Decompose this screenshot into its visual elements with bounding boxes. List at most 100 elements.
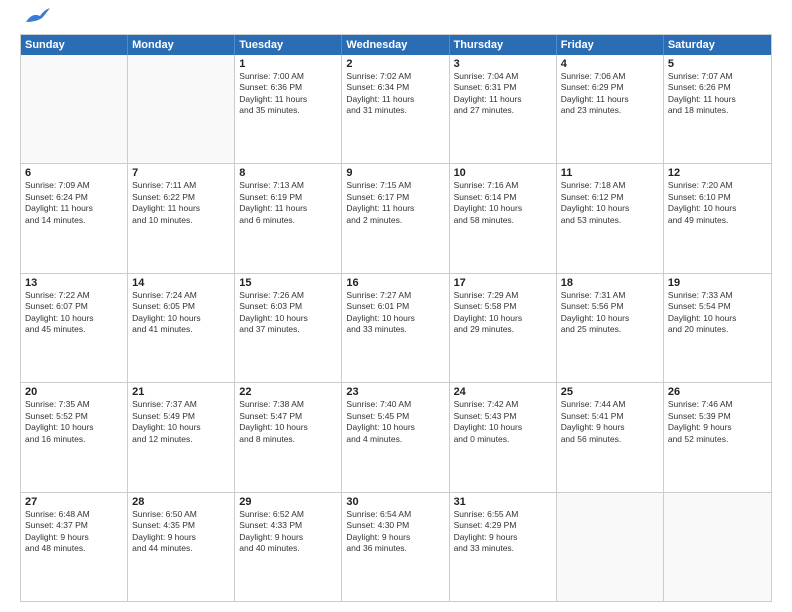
day-number: 30 (346, 496, 444, 508)
day-number: 4 (561, 58, 659, 70)
calendar-cell: 10Sunrise: 7:16 AM Sunset: 6:14 PM Dayli… (450, 164, 557, 272)
calendar-cell: 23Sunrise: 7:40 AM Sunset: 5:45 PM Dayli… (342, 383, 449, 491)
calendar-cell: 24Sunrise: 7:42 AM Sunset: 5:43 PM Dayli… (450, 383, 557, 491)
day-number: 25 (561, 386, 659, 398)
day-number: 22 (239, 386, 337, 398)
day-info: Sunrise: 7:44 AM Sunset: 5:41 PM Dayligh… (561, 399, 659, 445)
day-number: 2 (346, 58, 444, 70)
calendar-cell: 7Sunrise: 7:11 AM Sunset: 6:22 PM Daylig… (128, 164, 235, 272)
calendar-cell: 6Sunrise: 7:09 AM Sunset: 6:24 PM Daylig… (21, 164, 128, 272)
day-info: Sunrise: 7:35 AM Sunset: 5:52 PM Dayligh… (25, 399, 123, 445)
calendar-cell: 12Sunrise: 7:20 AM Sunset: 6:10 PM Dayli… (664, 164, 771, 272)
calendar-cell: 28Sunrise: 6:50 AM Sunset: 4:35 PM Dayli… (128, 493, 235, 601)
calendar-header: SundayMondayTuesdayWednesdayThursdayFrid… (21, 35, 771, 55)
day-number: 17 (454, 277, 552, 289)
header-day-thursday: Thursday (450, 35, 557, 55)
day-number: 20 (25, 386, 123, 398)
calendar-cell (128, 55, 235, 163)
day-info: Sunrise: 7:38 AM Sunset: 5:47 PM Dayligh… (239, 399, 337, 445)
day-info: Sunrise: 7:06 AM Sunset: 6:29 PM Dayligh… (561, 71, 659, 117)
day-number: 3 (454, 58, 552, 70)
logo-bird-icon (22, 8, 50, 28)
day-number: 15 (239, 277, 337, 289)
calendar-cell: 1Sunrise: 7:00 AM Sunset: 6:36 PM Daylig… (235, 55, 342, 163)
day-number: 26 (668, 386, 767, 398)
day-info: Sunrise: 7:27 AM Sunset: 6:01 PM Dayligh… (346, 290, 444, 336)
day-info: Sunrise: 7:15 AM Sunset: 6:17 PM Dayligh… (346, 180, 444, 226)
day-info: Sunrise: 7:22 AM Sunset: 6:07 PM Dayligh… (25, 290, 123, 336)
calendar-cell: 15Sunrise: 7:26 AM Sunset: 6:03 PM Dayli… (235, 274, 342, 382)
day-info: Sunrise: 7:46 AM Sunset: 5:39 PM Dayligh… (668, 399, 767, 445)
day-info: Sunrise: 7:00 AM Sunset: 6:36 PM Dayligh… (239, 71, 337, 117)
calendar-cell: 20Sunrise: 7:35 AM Sunset: 5:52 PM Dayli… (21, 383, 128, 491)
calendar-cell (557, 493, 664, 601)
day-number: 31 (454, 496, 552, 508)
day-number: 18 (561, 277, 659, 289)
calendar-cell (664, 493, 771, 601)
calendar-cell: 21Sunrise: 7:37 AM Sunset: 5:49 PM Dayli… (128, 383, 235, 491)
day-info: Sunrise: 7:29 AM Sunset: 5:58 PM Dayligh… (454, 290, 552, 336)
calendar-cell: 16Sunrise: 7:27 AM Sunset: 6:01 PM Dayli… (342, 274, 449, 382)
header-day-wednesday: Wednesday (342, 35, 449, 55)
day-number: 23 (346, 386, 444, 398)
day-info: Sunrise: 7:09 AM Sunset: 6:24 PM Dayligh… (25, 180, 123, 226)
calendar-row-0: 1Sunrise: 7:00 AM Sunset: 6:36 PM Daylig… (21, 55, 771, 163)
day-info: Sunrise: 7:24 AM Sunset: 6:05 PM Dayligh… (132, 290, 230, 336)
day-number: 29 (239, 496, 337, 508)
day-info: Sunrise: 7:13 AM Sunset: 6:19 PM Dayligh… (239, 180, 337, 226)
page: SundayMondayTuesdayWednesdayThursdayFrid… (0, 0, 792, 612)
day-number: 11 (561, 167, 659, 179)
calendar-cell: 17Sunrise: 7:29 AM Sunset: 5:58 PM Dayli… (450, 274, 557, 382)
logo (20, 16, 50, 28)
day-number: 19 (668, 277, 767, 289)
day-number: 7 (132, 167, 230, 179)
calendar-row-2: 13Sunrise: 7:22 AM Sunset: 6:07 PM Dayli… (21, 273, 771, 382)
day-number: 12 (668, 167, 767, 179)
day-info: Sunrise: 7:33 AM Sunset: 5:54 PM Dayligh… (668, 290, 767, 336)
calendar-cell: 26Sunrise: 7:46 AM Sunset: 5:39 PM Dayli… (664, 383, 771, 491)
calendar-cell: 19Sunrise: 7:33 AM Sunset: 5:54 PM Dayli… (664, 274, 771, 382)
day-info: Sunrise: 7:18 AM Sunset: 6:12 PM Dayligh… (561, 180, 659, 226)
day-info: Sunrise: 7:42 AM Sunset: 5:43 PM Dayligh… (454, 399, 552, 445)
day-number: 1 (239, 58, 337, 70)
calendar-cell: 2Sunrise: 7:02 AM Sunset: 6:34 PM Daylig… (342, 55, 449, 163)
header-day-sunday: Sunday (21, 35, 128, 55)
day-number: 21 (132, 386, 230, 398)
day-info: Sunrise: 7:02 AM Sunset: 6:34 PM Dayligh… (346, 71, 444, 117)
header-day-friday: Friday (557, 35, 664, 55)
calendar: SundayMondayTuesdayWednesdayThursdayFrid… (20, 34, 772, 602)
calendar-row-3: 20Sunrise: 7:35 AM Sunset: 5:52 PM Dayli… (21, 382, 771, 491)
calendar-row-1: 6Sunrise: 7:09 AM Sunset: 6:24 PM Daylig… (21, 163, 771, 272)
day-number: 24 (454, 386, 552, 398)
day-number: 8 (239, 167, 337, 179)
day-info: Sunrise: 7:04 AM Sunset: 6:31 PM Dayligh… (454, 71, 552, 117)
calendar-cell (21, 55, 128, 163)
calendar-cell: 27Sunrise: 6:48 AM Sunset: 4:37 PM Dayli… (21, 493, 128, 601)
calendar-cell: 25Sunrise: 7:44 AM Sunset: 5:41 PM Dayli… (557, 383, 664, 491)
calendar-body: 1Sunrise: 7:00 AM Sunset: 6:36 PM Daylig… (21, 55, 771, 601)
day-number: 6 (25, 167, 123, 179)
calendar-row-4: 27Sunrise: 6:48 AM Sunset: 4:37 PM Dayli… (21, 492, 771, 601)
calendar-cell: 9Sunrise: 7:15 AM Sunset: 6:17 PM Daylig… (342, 164, 449, 272)
day-number: 14 (132, 277, 230, 289)
day-info: Sunrise: 7:31 AM Sunset: 5:56 PM Dayligh… (561, 290, 659, 336)
day-number: 27 (25, 496, 123, 508)
day-info: Sunrise: 6:50 AM Sunset: 4:35 PM Dayligh… (132, 509, 230, 555)
day-info: Sunrise: 6:54 AM Sunset: 4:30 PM Dayligh… (346, 509, 444, 555)
calendar-cell: 31Sunrise: 6:55 AM Sunset: 4:29 PM Dayli… (450, 493, 557, 601)
day-number: 16 (346, 277, 444, 289)
calendar-cell: 30Sunrise: 6:54 AM Sunset: 4:30 PM Dayli… (342, 493, 449, 601)
day-info: Sunrise: 7:40 AM Sunset: 5:45 PM Dayligh… (346, 399, 444, 445)
calendar-cell: 14Sunrise: 7:24 AM Sunset: 6:05 PM Dayli… (128, 274, 235, 382)
day-number: 9 (346, 167, 444, 179)
header-day-saturday: Saturday (664, 35, 771, 55)
calendar-cell: 13Sunrise: 7:22 AM Sunset: 6:07 PM Dayli… (21, 274, 128, 382)
calendar-cell: 11Sunrise: 7:18 AM Sunset: 6:12 PM Dayli… (557, 164, 664, 272)
header (20, 16, 772, 28)
calendar-cell: 3Sunrise: 7:04 AM Sunset: 6:31 PM Daylig… (450, 55, 557, 163)
day-number: 5 (668, 58, 767, 70)
day-number: 13 (25, 277, 123, 289)
day-info: Sunrise: 7:26 AM Sunset: 6:03 PM Dayligh… (239, 290, 337, 336)
calendar-cell: 4Sunrise: 7:06 AM Sunset: 6:29 PM Daylig… (557, 55, 664, 163)
header-day-tuesday: Tuesday (235, 35, 342, 55)
